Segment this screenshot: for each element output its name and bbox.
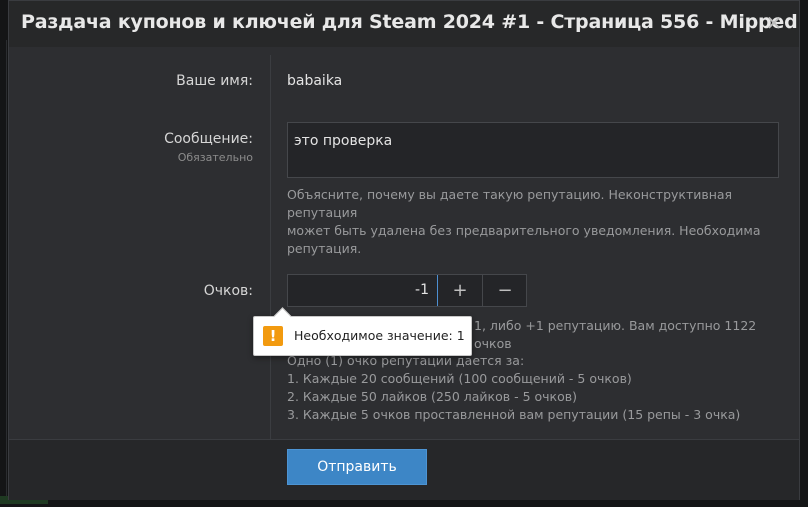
name-label: Ваше имя:	[176, 73, 253, 89]
points-hint-line: 2. Каждые 50 лайков (250 лайков - 5 очко…	[287, 389, 577, 404]
points-hint-tail: 1, либо +1 репутацию. Вам доступно 1122 …	[474, 318, 757, 351]
message-label: Сообщение:	[164, 131, 253, 147]
message-hint: Объясните, почему вы даете такую репутац…	[287, 186, 779, 258]
message-textarea[interactable]: это проверка	[287, 122, 779, 178]
message-hint-line: Объясните, почему вы даете такую репутац…	[287, 187, 733, 220]
message-hint-line: репутация.	[287, 241, 362, 256]
modal-title: Раздача купонов и ключей для Steam 2024 …	[21, 11, 798, 33]
reputation-modal: Раздача купонов и ключей для Steam 2024 …	[8, 0, 800, 500]
message-required-label: Обязательно	[177, 151, 253, 164]
points-label: Очков:	[203, 283, 253, 299]
submit-button[interactable]: Отправить	[287, 449, 427, 485]
tooltip-arrow	[273, 307, 292, 326]
name-value: babaika	[287, 73, 343, 89]
points-hint-line: 1. Каждые 20 сообщений (100 сообщений - …	[287, 371, 632, 386]
increment-button[interactable]: +	[438, 275, 483, 306]
form-column-divider	[270, 55, 271, 439]
close-icon[interactable]: ✕	[761, 10, 787, 36]
message-hint-line: может быть удалена без предварительного …	[287, 223, 761, 238]
points-hint: Одно (1) очко репутации дается за: 1. Ка…	[287, 352, 779, 424]
decrement-button[interactable]: −	[483, 275, 527, 306]
validation-tooltip: ! Необходимое значение: 1	[253, 307, 472, 356]
warning-icon: !	[263, 326, 283, 346]
modal-footer: Отправить	[9, 439, 799, 500]
tooltip-message: Необходимое значение: 1	[294, 328, 465, 343]
points-hint-line: 3. Каждые 5 очков проставленной вам репу…	[287, 407, 741, 422]
points-input[interactable]: -1	[288, 275, 438, 306]
background-divider	[6, 40, 7, 500]
modal-header: Раздача купонов и ключей для Steam 2024 …	[9, 1, 799, 47]
points-stepper: -1 + −	[287, 274, 527, 307]
